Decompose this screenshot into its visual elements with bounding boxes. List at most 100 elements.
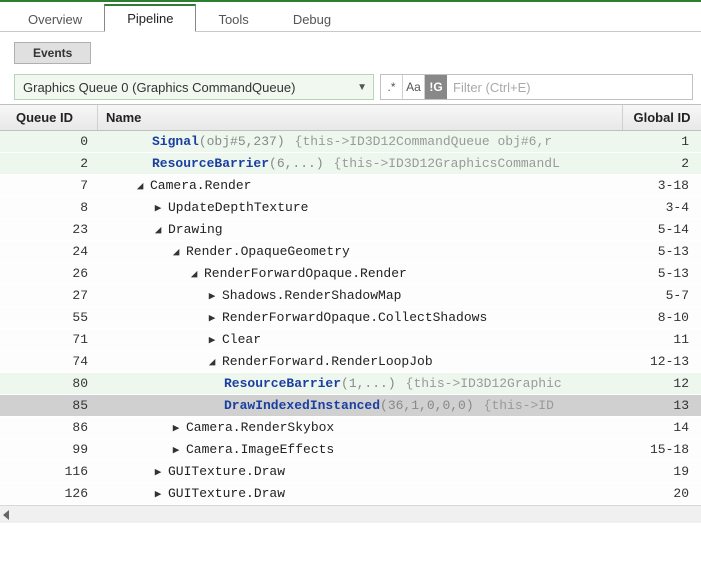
event-label: Render.OpaqueGeometry [186, 244, 350, 259]
filter-case-button[interactable]: Aa [403, 75, 425, 99]
table-row[interactable]: 24◢Render.OpaqueGeometry5-13 [0, 241, 701, 263]
event-label: Camera.ImageEffects [186, 442, 334, 457]
table-row[interactable]: 55▶RenderForwardOpaque.CollectShadows8-1… [0, 307, 701, 329]
call-hint: {this->ID3D12Graphic [406, 376, 562, 391]
cell-global-id: 12 [623, 376, 701, 391]
tree-expanded-icon[interactable]: ◢ [134, 179, 146, 193]
cell-name: ▶ GUITexture.Draw [98, 464, 623, 479]
cell-queue-id: 27 [0, 288, 98, 303]
horizontal-scrollbar[interactable] [0, 505, 701, 523]
table-row[interactable]: 71▶Clear11 [0, 329, 701, 351]
cell-global-id: 5-13 [623, 244, 701, 259]
queue-dropdown[interactable]: Graphics Queue 0 (Graphics CommandQueue)… [14, 74, 374, 100]
table-row[interactable]: 2ResourceBarrier(6,...){this->ID3D12Grap… [0, 153, 701, 175]
cell-name: ▶ Shadows.RenderShadowMap [98, 288, 623, 303]
event-label: GUITexture.Draw [168, 464, 285, 479]
cell-global-id: 3-18 [623, 178, 701, 193]
cell-queue-id: 86 [0, 420, 98, 435]
cell-queue-id: 80 [0, 376, 98, 391]
tab-overview[interactable]: Overview [6, 7, 104, 32]
cell-queue-id: 23 [0, 222, 98, 237]
cell-queue-id: 7 [0, 178, 98, 193]
tree-collapsed-icon[interactable]: ▶ [206, 289, 218, 303]
section-header-row: Events [0, 32, 701, 70]
cell-name: ResourceBarrier(6,...){this->ID3D12Graph… [98, 156, 623, 171]
col-name[interactable]: Name [98, 105, 623, 130]
tree-collapsed-icon[interactable]: ▶ [206, 333, 218, 347]
table-row[interactable]: 7◢Camera.Render3-18 [0, 175, 701, 197]
cell-global-id: 20 [623, 486, 701, 501]
cell-name: ◢ Render.OpaqueGeometry [98, 244, 623, 259]
filter-negate-button[interactable]: !G [425, 75, 447, 99]
cell-queue-id: 8 [0, 200, 98, 215]
cell-global-id: 2 [623, 156, 701, 171]
event-label: Camera.RenderSkybox [186, 420, 334, 435]
filter-regex-button[interactable]: .* [381, 75, 403, 99]
tree-expanded-icon[interactable]: ◢ [152, 223, 164, 237]
call-function: ResourceBarrier [152, 156, 269, 171]
tree-collapsed-icon[interactable]: ▶ [206, 311, 218, 325]
cell-queue-id: 26 [0, 266, 98, 281]
grid-header: Queue ID Name Global ID [0, 105, 701, 131]
cell-global-id: 14 [623, 420, 701, 435]
table-row[interactable]: 0Signal(obj#5,237){this->ID3D12CommandQu… [0, 131, 701, 153]
table-row[interactable]: 80 ResourceBarrier(1,...) {this->ID3D12Gra… [0, 373, 701, 395]
table-row[interactable]: 126▶GUITexture.Draw20 [0, 483, 701, 505]
toolbar: Graphics Queue 0 (Graphics CommandQueue)… [0, 70, 701, 104]
call-function: ResourceBarrier [224, 376, 341, 391]
tree-collapsed-icon[interactable]: ▶ [152, 201, 164, 215]
cell-name: ▶ Camera.ImageEffects [98, 442, 623, 457]
tree-collapsed-icon[interactable]: ▶ [152, 465, 164, 479]
grid-body: 0Signal(obj#5,237){this->ID3D12CommandQu… [0, 131, 701, 505]
event-label: UpdateDepthTexture [168, 200, 308, 215]
table-row[interactable]: 26◢RenderForwardOpaque.Render5-13 [0, 263, 701, 285]
col-queue-id[interactable]: Queue ID [0, 105, 98, 130]
cell-queue-id: 85 [0, 398, 98, 413]
filter-input[interactable] [447, 75, 692, 99]
cell-name: ◢Camera.Render [98, 178, 623, 193]
event-label: RenderForward.RenderLoopJob [222, 354, 433, 369]
table-row[interactable]: 8▶UpdateDepthTexture3-4 [0, 197, 701, 219]
cell-queue-id: 99 [0, 442, 98, 457]
cell-global-id: 12-13 [623, 354, 701, 369]
cell-global-id: 5-13 [623, 266, 701, 281]
col-global-id[interactable]: Global ID [623, 105, 701, 130]
cell-global-id: 5-14 [623, 222, 701, 237]
table-row[interactable]: 99▶Camera.ImageEffects15-18 [0, 439, 701, 461]
table-row[interactable]: 27▶Shadows.RenderShadowMap5-7 [0, 285, 701, 307]
cell-name: ▶ UpdateDepthTexture [98, 200, 623, 215]
tab-pipeline[interactable]: Pipeline [104, 4, 196, 32]
cell-name: ▶GUITexture.Draw [98, 486, 623, 501]
cell-name: ▶ RenderForwardOpaque.CollectShadows [98, 310, 623, 325]
cell-name: ◢RenderForwardOpaque.Render [98, 266, 623, 281]
table-row[interactable]: 74◢RenderForward.RenderLoopJob12-13 [0, 351, 701, 373]
tab-debug[interactable]: Debug [271, 7, 353, 32]
table-row[interactable]: 23◢Drawing5-14 [0, 219, 701, 241]
tab-bar: OverviewPipelineToolsDebug [0, 2, 701, 32]
cell-global-id: 19 [623, 464, 701, 479]
tree-expanded-icon[interactable]: ◢ [170, 245, 182, 259]
filter-group: .* Aa !G [380, 74, 693, 100]
tree-expanded-icon[interactable]: ◢ [188, 267, 200, 281]
events-header: Events [14, 42, 91, 64]
event-label: Clear [222, 332, 261, 347]
tree-collapsed-icon[interactable]: ▶ [170, 421, 182, 435]
table-row[interactable]: 85 DrawIndexedInstanced(36,1,0,0,0) {this-… [0, 395, 701, 417]
cell-name: ◢Drawing [98, 222, 623, 237]
cell-global-id: 8-10 [623, 310, 701, 325]
tab-tools[interactable]: Tools [196, 7, 270, 32]
call-args: (6,...) [269, 156, 324, 171]
tree-expanded-icon[interactable]: ◢ [206, 355, 218, 369]
tree-collapsed-icon[interactable]: ▶ [152, 487, 164, 501]
event-label: RenderForwardOpaque.CollectShadows [222, 310, 487, 325]
call-args: (36,1,0,0,0) [380, 398, 474, 413]
call-hint: {this->ID [484, 398, 554, 413]
event-label: Shadows.RenderShadowMap [222, 288, 401, 303]
call-args: (1,...) [341, 376, 396, 391]
tree-collapsed-icon[interactable]: ▶ [170, 443, 182, 457]
cell-name: ▶ Camera.RenderSkybox [98, 420, 623, 435]
table-row[interactable]: 116▶GUITexture.Draw19 [0, 461, 701, 483]
table-row[interactable]: 86 ▶ Camera.RenderSkybox 14 [0, 417, 701, 439]
call-function: DrawIndexedInstanced [224, 398, 380, 413]
cell-name: Signal(obj#5,237){this->ID3D12CommandQue… [98, 134, 623, 149]
